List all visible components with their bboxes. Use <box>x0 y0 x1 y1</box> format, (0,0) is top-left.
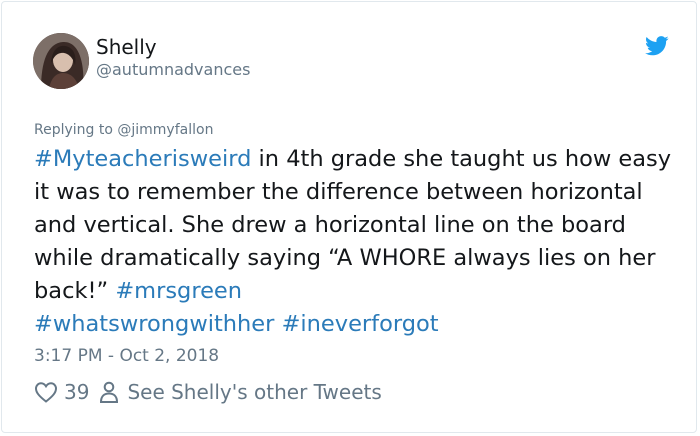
person-icon <box>100 381 119 403</box>
author-handle[interactable]: @autumnadvances <box>96 60 250 79</box>
tweet-timestamp[interactable]: 3:17 PM - Oct 2, 2018 <box>34 346 219 366</box>
hashtag-myteacherisweird[interactable]: #Myteacherisweird <box>34 146 251 172</box>
twitter-bird-icon[interactable] <box>645 36 669 56</box>
other-tweets-link[interactable]: See Shelly's other Tweets <box>127 380 381 404</box>
avatar[interactable] <box>33 33 89 89</box>
replying-to[interactable]: Replying to @jimmyfallon <box>34 122 213 138</box>
hashtag-ineverforgot[interactable]: #ineverforgot <box>282 311 439 337</box>
tweet-card: Shelly @autumnadvances Replying to @jimm… <box>1 1 697 433</box>
author-name[interactable]: Shelly <box>96 35 157 59</box>
tweet-space <box>274 311 281 337</box>
like-count[interactable]: 39 <box>64 380 89 404</box>
avatar-image <box>33 33 89 89</box>
tweet-text: #Myteacherisweird in 4th grade she taugh… <box>34 143 674 341</box>
heart-icon[interactable] <box>34 381 58 403</box>
tweet-actions: 39 See Shelly's other Tweets <box>34 380 382 404</box>
hashtag-whatswrongwithher[interactable]: #whatswrongwithher <box>34 311 274 337</box>
hashtag-mrsgreen[interactable]: #mrsgreen <box>115 278 242 304</box>
